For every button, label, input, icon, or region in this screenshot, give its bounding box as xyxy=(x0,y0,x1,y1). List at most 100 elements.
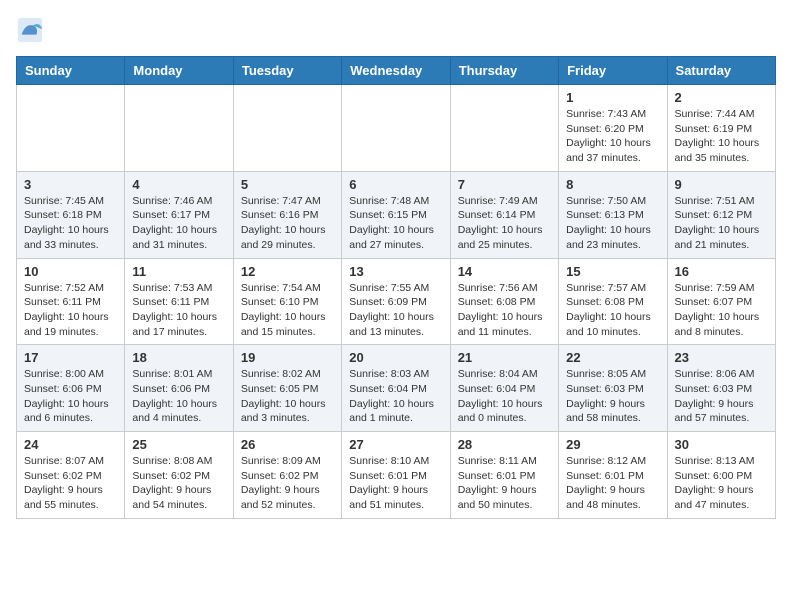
calendar-week-row: 24 Sunrise: 8:07 AMSunset: 6:02 PMDayligh… xyxy=(17,432,776,519)
calendar-cell: 14 Sunrise: 7:56 AMSunset: 6:08 PMDayligh… xyxy=(450,258,558,345)
day-info: Sunrise: 8:01 AMSunset: 6:06 PMDaylight:… xyxy=(132,367,225,426)
day-info: Sunrise: 7:47 AMSunset: 6:16 PMDaylight:… xyxy=(241,194,334,253)
day-info: Sunrise: 8:12 AMSunset: 6:01 PMDaylight:… xyxy=(566,454,659,513)
calendar-cell xyxy=(342,85,450,172)
day-info: Sunrise: 8:00 AMSunset: 6:06 PMDaylight:… xyxy=(24,367,117,426)
weekday-header-monday: Monday xyxy=(125,57,233,85)
calendar-cell: 24 Sunrise: 8:07 AMSunset: 6:02 PMDayligh… xyxy=(17,432,125,519)
day-number: 7 xyxy=(458,177,551,192)
calendar-cell: 4 Sunrise: 7:46 AMSunset: 6:17 PMDaylight… xyxy=(125,171,233,258)
calendar-cell: 25Sunrise: 8:08 AMSunset: 6:02 PMDayligh… xyxy=(125,432,233,519)
logo-icon xyxy=(16,16,44,44)
calendar-cell: 10 Sunrise: 7:52 AMSunset: 6:11 PMDayligh… xyxy=(17,258,125,345)
day-number: 10 xyxy=(24,264,117,279)
calendar-cell: 3 Sunrise: 7:45 AMSunset: 6:18 PMDaylight… xyxy=(17,171,125,258)
calendar-cell: 13Sunrise: 7:55 AMSunset: 6:09 PMDayligh… xyxy=(342,258,450,345)
day-info: Sunrise: 7:57 AMSunset: 6:08 PMDaylight:… xyxy=(566,281,659,340)
day-number: 4 xyxy=(132,177,225,192)
day-number: 2 xyxy=(675,90,768,105)
day-number: 19 xyxy=(241,350,334,365)
day-number: 11 xyxy=(132,264,225,279)
calendar-cell: 29 Sunrise: 8:12 AMSunset: 6:01 PMDayligh… xyxy=(559,432,667,519)
logo xyxy=(16,16,46,44)
calendar-week-row: 3 Sunrise: 7:45 AMSunset: 6:18 PMDaylight… xyxy=(17,171,776,258)
calendar-cell: 2 Sunrise: 7:44 AMSunset: 6:19 PMDaylight… xyxy=(667,85,775,172)
day-info: Sunrise: 7:49 AMSunset: 6:14 PMDaylight:… xyxy=(458,194,551,253)
day-info: Sunrise: 7:44 AMSunset: 6:19 PMDaylight:… xyxy=(675,107,768,166)
weekday-header-saturday: Saturday xyxy=(667,57,775,85)
day-number: 5 xyxy=(241,177,334,192)
calendar-cell: 19 Sunrise: 8:02 AMSunset: 6:05 PMDayligh… xyxy=(233,345,341,432)
weekday-header-tuesday: Tuesday xyxy=(233,57,341,85)
day-number: 8 xyxy=(566,177,659,192)
day-info: Sunrise: 8:03 AMSunset: 6:04 PMDaylight:… xyxy=(349,367,442,426)
calendar-cell xyxy=(125,85,233,172)
day-info: Sunrise: 8:11 AMSunset: 6:01 PMDaylight:… xyxy=(458,454,551,513)
calendar-cell: 5 Sunrise: 7:47 AMSunset: 6:16 PMDaylight… xyxy=(233,171,341,258)
day-number: 26 xyxy=(241,437,334,452)
day-number: 30 xyxy=(675,437,768,452)
day-info: Sunrise: 7:53 AMSunset: 6:11 PMDaylight:… xyxy=(132,281,225,340)
day-number: 22 xyxy=(566,350,659,365)
calendar-cell: 22 Sunrise: 8:05 AMSunset: 6:03 PMDayligh… xyxy=(559,345,667,432)
day-info: Sunrise: 8:07 AMSunset: 6:02 PMDaylight:… xyxy=(24,454,117,513)
calendar-cell xyxy=(450,85,558,172)
page: SundayMondayTuesdayWednesdayThursdayFrid… xyxy=(0,0,792,535)
weekday-header-wednesday: Wednesday xyxy=(342,57,450,85)
day-number: 24 xyxy=(24,437,117,452)
day-number: 3 xyxy=(24,177,117,192)
weekday-header-row: SundayMondayTuesdayWednesdayThursdayFrid… xyxy=(17,57,776,85)
day-info: Sunrise: 8:10 AMSunset: 6:01 PMDaylight:… xyxy=(349,454,442,513)
day-number: 17 xyxy=(24,350,117,365)
day-info: Sunrise: 7:54 AMSunset: 6:10 PMDaylight:… xyxy=(241,281,334,340)
day-info: Sunrise: 7:43 AMSunset: 6:20 PMDaylight:… xyxy=(566,107,659,166)
day-info: Sunrise: 8:05 AMSunset: 6:03 PMDaylight:… xyxy=(566,367,659,426)
calendar-cell: 18 Sunrise: 8:01 AMSunset: 6:06 PMDayligh… xyxy=(125,345,233,432)
day-number: 14 xyxy=(458,264,551,279)
calendar-cell: 12 Sunrise: 7:54 AMSunset: 6:10 PMDayligh… xyxy=(233,258,341,345)
day-number: 6 xyxy=(349,177,442,192)
day-info: Sunrise: 7:55 AMSunset: 6:09 PMDaylight:… xyxy=(349,281,442,340)
calendar: SundayMondayTuesdayWednesdayThursdayFrid… xyxy=(16,56,776,519)
calendar-cell: 28 Sunrise: 8:11 AMSunset: 6:01 PMDayligh… xyxy=(450,432,558,519)
day-info: Sunrise: 8:06 AMSunset: 6:03 PMDaylight:… xyxy=(675,367,768,426)
calendar-cell: 23 Sunrise: 8:06 AMSunset: 6:03 PMDayligh… xyxy=(667,345,775,432)
calendar-cell: 6 Sunrise: 7:48 AMSunset: 6:15 PMDaylight… xyxy=(342,171,450,258)
day-number: 15 xyxy=(566,264,659,279)
day-number: 28 xyxy=(458,437,551,452)
calendar-cell: 21Sunrise: 8:04 AMSunset: 6:04 PMDayligh… xyxy=(450,345,558,432)
calendar-cell: 7 Sunrise: 7:49 AMSunset: 6:14 PMDaylight… xyxy=(450,171,558,258)
day-info: Sunrise: 8:09 AMSunset: 6:02 PMDaylight:… xyxy=(241,454,334,513)
calendar-cell: 8 Sunrise: 7:50 AMSunset: 6:13 PMDaylight… xyxy=(559,171,667,258)
calendar-week-row: 1Sunrise: 7:43 AMSunset: 6:20 PMDaylight… xyxy=(17,85,776,172)
header xyxy=(16,16,776,44)
calendar-cell: 15 Sunrise: 7:57 AMSunset: 6:08 PMDayligh… xyxy=(559,258,667,345)
calendar-cell: 9 Sunrise: 7:51 AMSunset: 6:12 PMDaylight… xyxy=(667,171,775,258)
weekday-header-thursday: Thursday xyxy=(450,57,558,85)
calendar-cell: 26 Sunrise: 8:09 AMSunset: 6:02 PMDayligh… xyxy=(233,432,341,519)
calendar-cell: 11 Sunrise: 7:53 AMSunset: 6:11 PMDayligh… xyxy=(125,258,233,345)
day-number: 20 xyxy=(349,350,442,365)
day-info: Sunrise: 7:56 AMSunset: 6:08 PMDaylight:… xyxy=(458,281,551,340)
calendar-cell: 1Sunrise: 7:43 AMSunset: 6:20 PMDaylight… xyxy=(559,85,667,172)
weekday-header-friday: Friday xyxy=(559,57,667,85)
calendar-cell: 17 Sunrise: 8:00 AMSunset: 6:06 PMDayligh… xyxy=(17,345,125,432)
day-info: Sunrise: 7:48 AMSunset: 6:15 PMDaylight:… xyxy=(349,194,442,253)
day-number: 9 xyxy=(675,177,768,192)
day-number: 21 xyxy=(458,350,551,365)
weekday-header-sunday: Sunday xyxy=(17,57,125,85)
day-info: Sunrise: 7:51 AMSunset: 6:12 PMDaylight:… xyxy=(675,194,768,253)
calendar-cell: 20 Sunrise: 8:03 AMSunset: 6:04 PMDayligh… xyxy=(342,345,450,432)
day-info: Sunrise: 7:52 AMSunset: 6:11 PMDaylight:… xyxy=(24,281,117,340)
day-info: Sunrise: 7:50 AMSunset: 6:13 PMDaylight:… xyxy=(566,194,659,253)
day-number: 29 xyxy=(566,437,659,452)
day-number: 12 xyxy=(241,264,334,279)
day-number: 23 xyxy=(675,350,768,365)
day-number: 18 xyxy=(132,350,225,365)
day-info: Sunrise: 8:02 AMSunset: 6:05 PMDaylight:… xyxy=(241,367,334,426)
day-info: Sunrise: 7:45 AMSunset: 6:18 PMDaylight:… xyxy=(24,194,117,253)
day-number: 27 xyxy=(349,437,442,452)
calendar-cell xyxy=(233,85,341,172)
day-info: Sunrise: 7:59 AMSunset: 6:07 PMDaylight:… xyxy=(675,281,768,340)
day-info: Sunrise: 7:46 AMSunset: 6:17 PMDaylight:… xyxy=(132,194,225,253)
